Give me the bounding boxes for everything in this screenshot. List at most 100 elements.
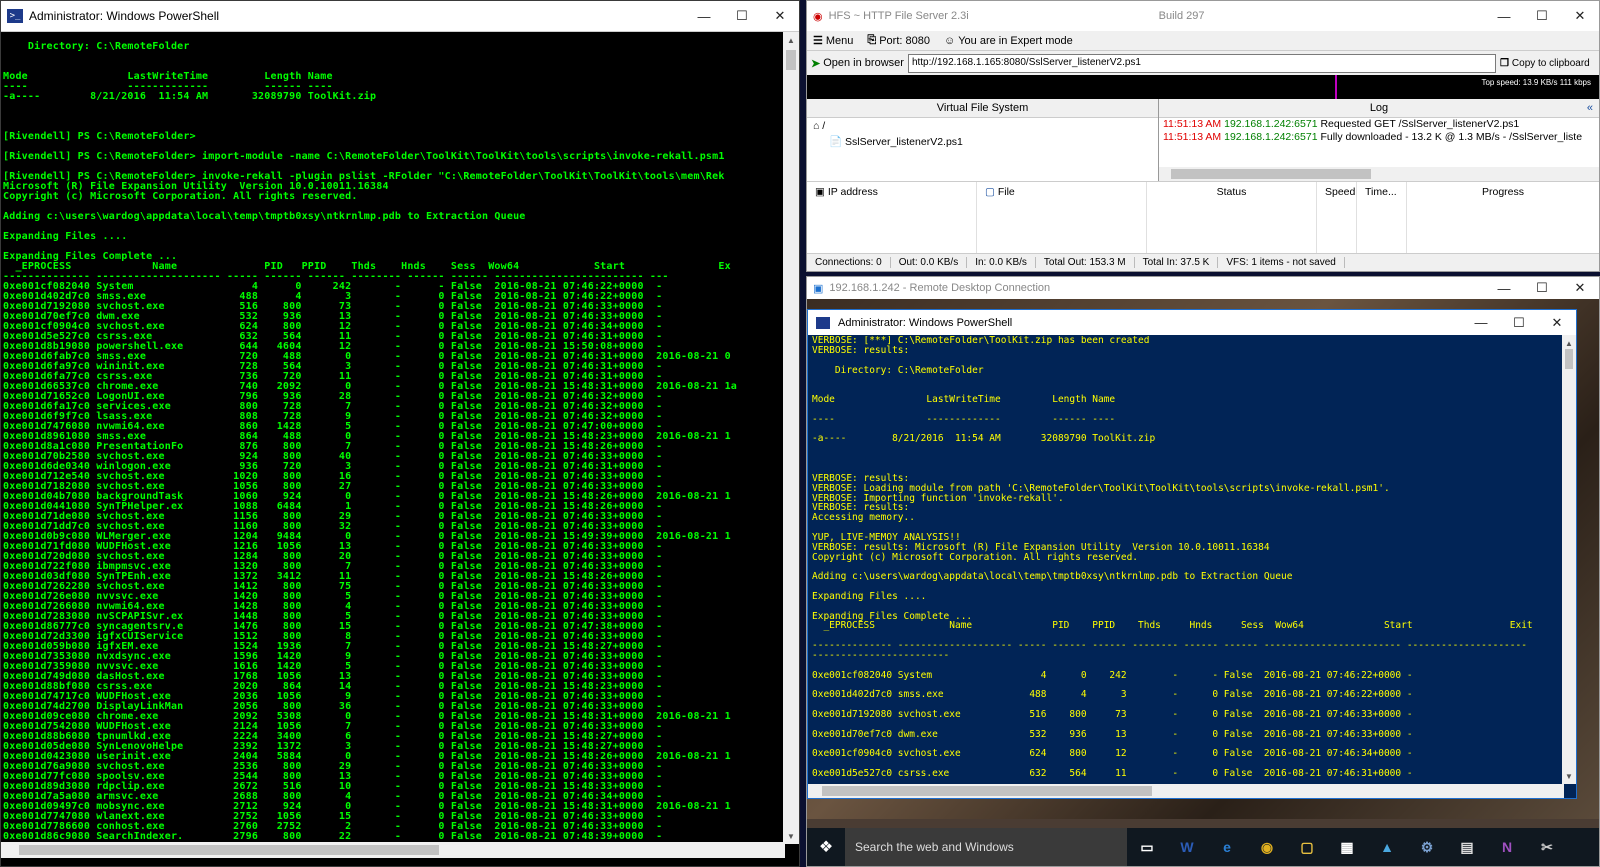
console-line: 0xe001d5e527c0 csrss.exe 632 564 11 - 0 … <box>812 768 1413 776</box>
vfs-root[interactable]: ⌂ / <box>807 118 1158 134</box>
minimize-button[interactable]: — <box>685 1 723 32</box>
log-entry[interactable]: 11:51:13 AM 192.168.1.242:6571 Requested… <box>1159 118 1599 131</box>
left-powershell-window[interactable]: >_ Administrator: Windows PowerShell — ☐… <box>0 0 800 867</box>
open-browser-button[interactable]: ➤ Open in browser <box>811 57 904 70</box>
network-icon: ▣ <box>815 186 825 198</box>
rdp-window[interactable]: ▣ 192.168.1.242 - Remote Desktop Connect… <box>806 276 1600 867</box>
minimize-button[interactable]: — <box>1485 277 1523 299</box>
bandwidth-graph: Top speed: 13.9 KB/s 111 kbps <box>807 75 1599 99</box>
maximize-button[interactable]: ☐ <box>1500 310 1538 335</box>
close-button[interactable]: ✕ <box>761 1 799 32</box>
toolbar: ☰ Menu ⎘ Port: 8080 ☺ You are in Expert mod… <box>807 31 1599 51</box>
close-button[interactable]: ✕ <box>1561 277 1599 299</box>
port-button[interactable]: ⎘ Port: 8080 <box>867 34 930 47</box>
top-speed-label: Top speed: 13.9 KB/s 111 kbps <box>1481 78 1591 87</box>
scroll-thumb[interactable] <box>822 786 1152 796</box>
title-bar[interactable]: Administrator: Windows PowerShell — ☐ ✕ <box>808 310 1576 335</box>
vertical-scrollbar[interactable]: ▲ ▼ <box>783 32 799 844</box>
terminal-icon[interactable]: ▤ <box>1447 828 1487 866</box>
console-output[interactable]: VERBOSE: [***] C:\RemoteFolder\ToolKit.z… <box>812 336 1552 776</box>
console-line: -a---- 8/21/2016 11:54 AM 32089790 ToolK… <box>3 91 377 102</box>
col-status[interactable]: Status <box>1147 182 1317 253</box>
vfs-file[interactable]: 📄 SslServer_listenerV2.ps1 <box>807 134 1158 149</box>
minimize-button[interactable]: — <box>1462 310 1500 335</box>
remote-desktop[interactable]: Administrator: Windows PowerShell — ☐ ✕ … <box>807 299 1599 866</box>
vfs-pane[interactable]: Virtual File System ⌂ / 📄 SslServer_list… <box>807 99 1159 181</box>
copy-clipboard-button[interactable]: ❐ Copy to clipboard <box>1500 58 1590 69</box>
console-line: 0xe001d7192080 svchost.exe 516 800 73 - … <box>812 709 1413 721</box>
console-line: Accessing memory.. <box>812 512 915 524</box>
menu-button[interactable]: ☰ Menu <box>813 34 853 48</box>
console-line: [Rivendell] PS C:\RemoteFolder> import-m… <box>3 151 725 162</box>
log-pane[interactable]: Log « 11:51:13 AM 192.168.1.242:6571 Requ… <box>1159 99 1599 181</box>
scroll-thumb[interactable] <box>1171 169 1371 179</box>
maximize-button[interactable]: ☐ <box>1523 277 1561 299</box>
scroll-down-icon[interactable]: ▼ <box>1562 768 1576 784</box>
snipping-icon[interactable]: ✂ <box>1527 828 1567 866</box>
title-bar[interactable]: ◉ HFS ~ HTTP File Server 2.3i Build 297 … <box>807 1 1599 31</box>
log-scrollbar[interactable] <box>1159 167 1599 181</box>
col-time[interactable]: Time... <box>1357 182 1407 253</box>
url-row: ➤ Open in browser http://192.168.1.165:80… <box>807 51 1599 75</box>
console-line: Directory: C:\RemoteFolder <box>3 41 190 52</box>
maximize-button[interactable]: ☐ <box>723 1 761 32</box>
console-line: -a---- 8/21/2016 11:54 AM 32089790 ToolK… <box>812 433 1156 445</box>
log-ip: 192.168.1.242:6571 <box>1224 131 1321 143</box>
close-button[interactable]: ✕ <box>1561 1 1599 32</box>
task-view-icon[interactable]: ▭ <box>1127 828 1167 866</box>
scroll-down-icon[interactable]: ▼ <box>783 828 799 844</box>
remote-powershell-window[interactable]: Administrator: Windows PowerShell — ☐ ✕ … <box>807 309 1577 799</box>
console-line: Adding c:\users\wardog\appdata\local\tem… <box>3 211 526 222</box>
horizontal-scrollbar[interactable] <box>1 842 785 858</box>
console-line: Adding c:\users\wardog\appdata\local\tem… <box>812 571 1293 583</box>
windows-start-icon[interactable]: ❖ <box>807 828 845 866</box>
console-line: Mode LastWriteTime Length Name <box>812 394 1116 406</box>
col-speed[interactable]: Speed <box>1317 182 1357 253</box>
console-output[interactable]: Directory: C:\RemoteFolder Mode LastWrit… <box>3 32 785 844</box>
build-label: Build 297 <box>1158 10 1205 22</box>
file-explorer-icon[interactable]: ▢ <box>1287 828 1327 866</box>
maximize-button[interactable]: ☐ <box>1523 1 1561 32</box>
hfs-window[interactable]: ◉ HFS ~ HTTP File Server 2.3i Build 297 … <box>806 0 1600 272</box>
scroll-up-icon[interactable]: ▲ <box>783 32 799 48</box>
horizontal-scrollbar[interactable] <box>808 784 1564 798</box>
hfs-icon: ◉ <box>813 10 823 23</box>
connections-table[interactable]: ▣ IP address ▢ File Status Speed Time...… <box>807 181 1599 253</box>
edge-icon[interactable]: e <box>1207 828 1247 866</box>
clipboard-icon: ❐ <box>1499 57 1509 69</box>
console-line: Copyright (c) Microsoft Corporation. All… <box>3 191 358 202</box>
url-field[interactable]: http://192.168.1.165:8080/SslServer_list… <box>907 53 1496 73</box>
rdp-icon: ▣ <box>813 282 824 295</box>
vfs-header: Virtual File System <box>807 99 1158 118</box>
col-ip[interactable]: ▣ IP address <box>807 182 977 253</box>
app-icon[interactable]: ▲ <box>1367 828 1407 866</box>
scroll-thumb[interactable] <box>19 845 439 855</box>
onenote-icon[interactable]: N <box>1487 828 1527 866</box>
log-entry[interactable]: 11:51:13 AM 192.168.1.242:6571 Fully dow… <box>1159 131 1599 144</box>
title-bar[interactable]: ▣ 192.168.1.242 - Remote Desktop Connect… <box>807 277 1599 299</box>
col-progress[interactable]: Progress <box>1407 182 1599 253</box>
status-item: Connections: 0 <box>807 257 891 268</box>
store-icon[interactable]: ▦ <box>1327 828 1367 866</box>
col-file[interactable]: ▢ File <box>977 182 1147 253</box>
status-bar: Connections: 0 Out: 0.0 KB/s In: 0.0 KB/s T… <box>807 253 1599 271</box>
mode-button[interactable]: ☺ You are in Expert mode <box>944 35 1073 47</box>
scroll-thumb[interactable] <box>1565 349 1573 369</box>
search-box[interactable]: Search the web and Windows <box>845 828 1127 866</box>
title-bar[interactable]: >_ Administrator: Windows PowerShell — ☐… <box>1 1 799 32</box>
console-line: ---- ------------- ------ ---- <box>812 413 1116 425</box>
window-title: Administrator: Windows PowerShell <box>838 316 1013 329</box>
network-tool-icon[interactable]: ⚙ <box>1407 828 1447 866</box>
close-button[interactable]: ✕ <box>1538 310 1576 335</box>
window-title: HFS ~ HTTP File Server 2.3i <box>828 10 969 22</box>
collapse-icon[interactable]: « <box>1587 99 1593 118</box>
scroll-thumb[interactable] <box>786 50 796 70</box>
chrome-icon[interactable]: ◉ <box>1247 828 1287 866</box>
word-icon[interactable]: W <box>1167 828 1207 866</box>
vertical-scrollbar[interactable]: ▲ ▼ <box>1562 335 1576 784</box>
minimize-button[interactable]: — <box>1485 1 1523 32</box>
